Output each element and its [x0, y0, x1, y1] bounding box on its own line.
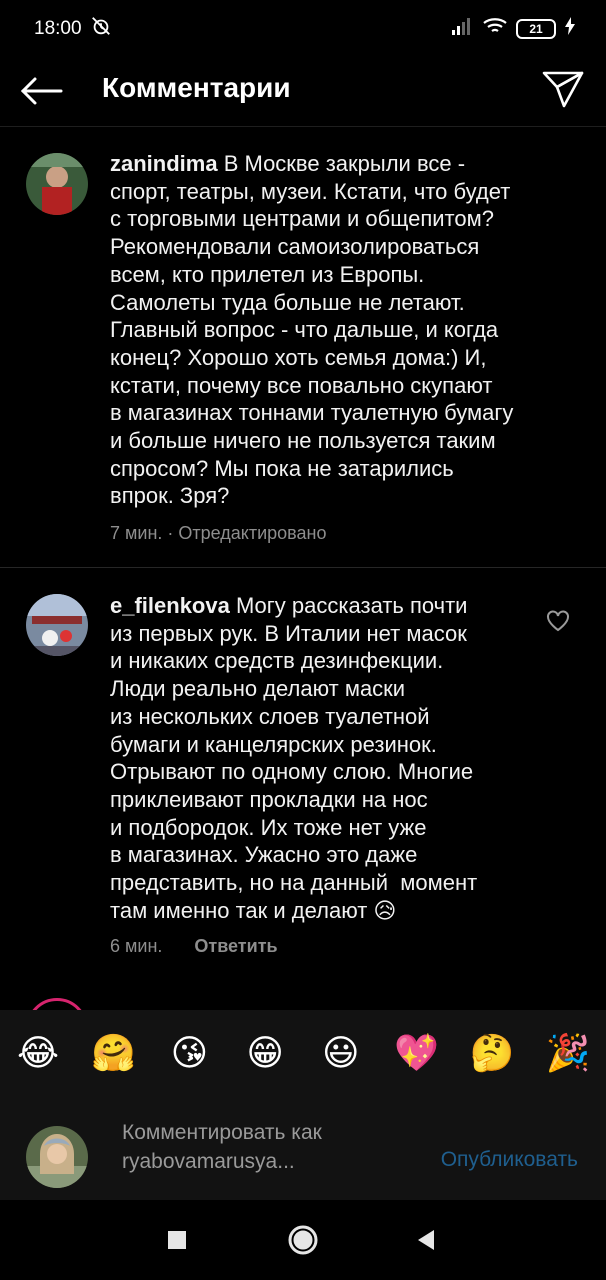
comment-time: 6 мин.	[110, 936, 163, 956]
comment-username[interactable]: zanindima	[110, 151, 218, 176]
alarm-off-icon	[90, 15, 112, 43]
arrow-left-icon[interactable]	[18, 68, 64, 114]
emoji-grin[interactable]: 😁	[241, 1035, 289, 1071]
back-icon[interactable]	[406, 1220, 446, 1260]
header-divider	[0, 126, 606, 127]
emoji-hugging[interactable]: 🤗	[90, 1035, 138, 1071]
comment-divider	[0, 567, 606, 568]
comment-text: В Москве закрыли все - спорт, театры, му…	[110, 151, 514, 509]
emoji-tears-of-joy[interactable]: 😂	[14, 1035, 62, 1071]
emoji-party[interactable]: 🎉	[544, 1035, 592, 1071]
emoji-sparkling-heart[interactable]: 💖	[393, 1035, 441, 1071]
publish-button[interactable]: Опубликовать	[441, 1148, 578, 1172]
home-icon[interactable]	[283, 1220, 323, 1260]
comment-input[interactable]: Комментировать как ryabovamarusya...	[122, 1118, 402, 1176]
comment-meta: 7 мин. · Отредактировано	[110, 523, 326, 544]
top-bar: Комментарии	[0, 58, 606, 126]
system-nav-bar	[0, 1200, 606, 1280]
comment-meta-text: 7 мин. · Отредактировано	[110, 523, 327, 543]
status-bar: 18:00 21	[0, 0, 606, 58]
signal-icon	[450, 16, 474, 42]
paper-plane-icon[interactable]	[540, 66, 586, 112]
emoji-thinking[interactable]: 🤔	[468, 1035, 516, 1071]
comment-body: zanindima В Москве закрыли все - спорт, …	[110, 150, 550, 510]
comment-text: Могу рассказать почти из первых рук. В И…	[110, 593, 478, 923]
charging-icon	[564, 16, 576, 42]
emoji-bar: 😂 🤗 😘 😁 😃 💖 🤔 🎉	[0, 1010, 606, 1096]
status-time: 18:00	[34, 18, 82, 39]
comment-composer: Комментировать как ryabovamarusya... Опу…	[0, 1096, 606, 1200]
emoji-kiss[interactable]: 😘	[165, 1035, 213, 1071]
comment-meta: 6 мин. Ответить	[110, 936, 278, 957]
avatar[interactable]	[26, 594, 88, 656]
comment-username[interactable]: e_filenkova	[110, 593, 230, 618]
emoji-smiley[interactable]: 😃	[317, 1035, 365, 1071]
reply-button[interactable]: Ответить	[194, 936, 277, 957]
heart-icon[interactable]	[546, 610, 570, 634]
avatar[interactable]	[26, 153, 88, 215]
wifi-icon	[482, 16, 508, 42]
page-title: Комментарии	[102, 72, 291, 103]
avatar	[26, 1126, 88, 1188]
comment-body: e_filenkova Могу рассказать почти из пер…	[110, 592, 550, 924]
recents-icon[interactable]	[157, 1220, 197, 1260]
battery-icon: 21	[516, 19, 556, 39]
